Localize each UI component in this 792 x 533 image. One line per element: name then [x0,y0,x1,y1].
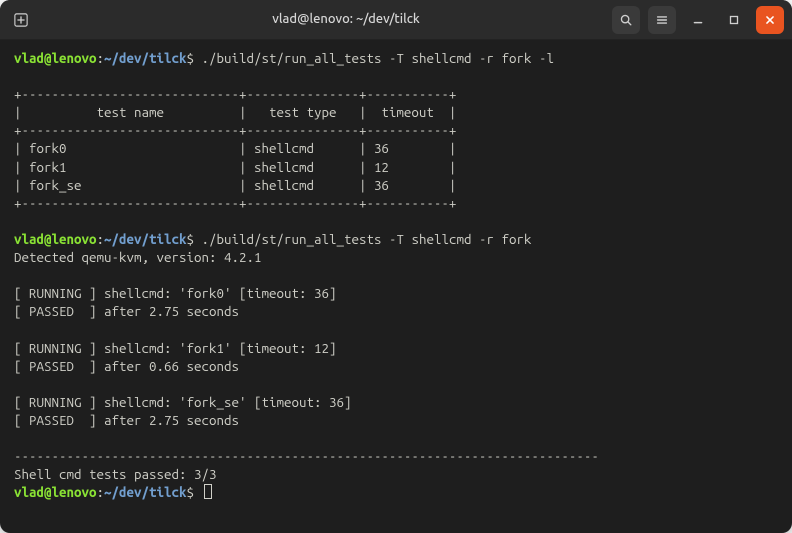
close-icon [763,13,777,27]
prompt-dollar: $ [187,51,195,66]
table-border-bot: +-----------------------------+---------… [14,196,456,211]
prompt-sep: : [97,51,105,66]
titlebar: vlad@lenovo: ~/dev/tilck [0,0,792,40]
test-running: [ RUNNING ] shellcmd: 'fork0' [timeout: … [14,286,336,301]
terminal-window: vlad@lenovo: ~/dev/tilck [0,0,792,533]
command-1: ./build/st/run_all_tests -T shellcmd -r … [202,51,554,66]
detected-line: Detected qemu-kvm, version: 4.2.1 [14,250,261,265]
menu-button[interactable] [648,6,676,34]
table-border-mid: +-----------------------------+---------… [14,123,456,138]
prompt-sep: : [97,485,105,500]
cursor [204,484,212,499]
new-tab-button[interactable] [8,7,34,33]
prompt-path: ~/dev/tilck [104,51,187,66]
prompt-dollar: $ [187,232,195,247]
close-button[interactable] [756,6,784,34]
prompt-path: ~/dev/tilck [104,485,187,500]
plus-box-icon [14,13,28,27]
table-row: | fork_se | shellcmd | 36 | [14,178,456,193]
search-button[interactable] [612,6,640,34]
prompt-user: vlad [14,485,44,500]
minimize-button[interactable] [684,6,712,34]
test-passed: [ PASSED ] after 2.75 seconds [14,304,239,319]
maximize-icon [727,13,741,27]
terminal-body[interactable]: vlad@lenovo:~/dev/tilck$ ./build/st/run_… [0,40,792,516]
prompt-sep: : [97,232,105,247]
hamburger-icon [655,13,669,27]
summary: Shell cmd tests passed: 3/3 [14,467,216,482]
command-2: ./build/st/run_all_tests -T shellcmd -r … [202,232,532,247]
prompt-host: @lenovo [44,51,97,66]
prompt-path: ~/dev/tilck [104,232,187,247]
test-passed: [ PASSED ] after 0.66 seconds [14,359,239,374]
window-title: vlad@lenovo: ~/dev/tilck [128,11,564,29]
table-row: | fork0 | shellcmd | 36 | [14,141,456,156]
prompt-host: @lenovo [44,485,97,500]
test-passed: [ PASSED ] after 2.75 seconds [14,413,239,428]
table-header: | test name | test type | timeout | [14,105,456,120]
divider: ----------------------------------------… [14,449,599,464]
test-running: [ RUNNING ] shellcmd: 'fork1' [timeout: … [14,341,336,356]
test-running: [ RUNNING ] shellcmd: 'fork_se' [timeout… [14,395,351,410]
prompt-dollar: $ [187,485,195,500]
maximize-button[interactable] [720,6,748,34]
prompt-user: vlad [14,232,44,247]
prompt-user: vlad [14,51,44,66]
minimize-icon [691,13,705,27]
table-row: | fork1 | shellcmd | 12 | [14,160,456,175]
table-border-top: +-----------------------------+---------… [14,87,456,102]
prompt-host: @lenovo [44,232,97,247]
search-icon [619,13,633,27]
